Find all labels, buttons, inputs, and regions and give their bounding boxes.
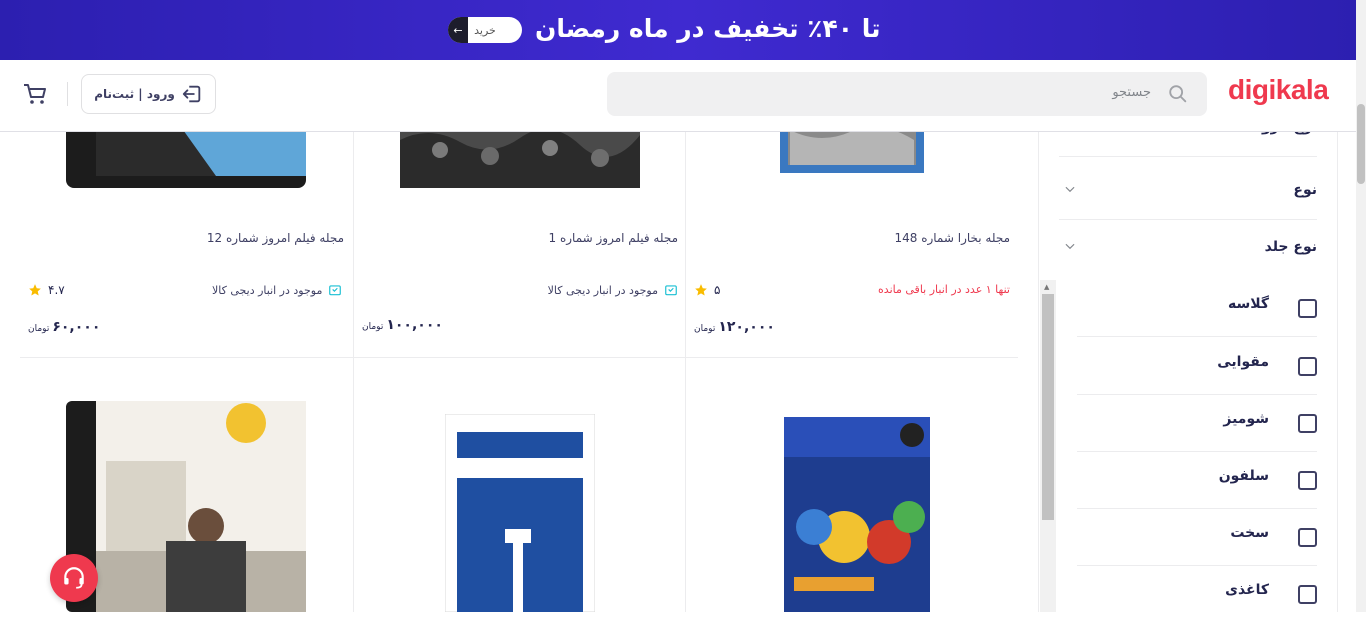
login-button[interactable]: ورود | ثبت‌نام [81,74,216,114]
product-grid: مجله بخارا شماره 148 تنها ۱ عدد در انبار… [20,60,1018,612]
warehouse-icon [665,285,677,296]
option-checkbox[interactable] [1298,585,1317,604]
product-rating: ۵ [694,283,720,297]
price-value: ۶۰,۰۰۰ [52,319,101,335]
cover-option[interactable]: سخت [1077,509,1317,566]
rating-value: ۵ [714,283,721,297]
option-checkbox[interactable] [1298,471,1317,490]
header-divider [67,82,68,106]
price-value: ۱۰۰,۰۰۰ [386,317,443,333]
stock-label: موجود در انبار دیجی کالا [212,283,342,297]
option-checkbox[interactable] [1298,414,1317,433]
option-label: مقوایی [1217,354,1269,370]
option-label: گلاسه [1227,296,1269,312]
cover-option[interactable]: گلاسه [1077,280,1317,337]
search-placeholder: جستجو [1112,85,1151,100]
stock-label: موجود در انبار دیجی کالا [548,283,678,297]
option-label: سخت [1230,525,1269,541]
search-input[interactable]: جستجو [607,72,1207,116]
product-price: ۱۲۰,۰۰۰تومان [694,319,775,335]
cover-option[interactable]: کاغذی [1077,566,1317,623]
cart-icon[interactable] [22,82,48,106]
search-icon [1169,85,1187,103]
chevron-down-icon [1065,186,1075,193]
cover-option[interactable]: شومیز [1077,395,1317,452]
product-rating: ۴.۷ [28,283,65,297]
login-icon [182,85,201,103]
option-label: سلفون [1218,468,1269,484]
currency-label: تومان [694,324,716,334]
support-button[interactable] [50,554,98,602]
filter-label: نوع جلد [1264,239,1317,255]
stock-text: موجود در انبار دیجی کالا [212,283,323,297]
option-checkbox[interactable] [1298,528,1317,547]
grid-divider [20,357,1018,358]
option-checkbox[interactable] [1298,357,1317,376]
product-title[interactable]: مجله فیلم امروز شماره 12 [207,231,344,245]
star-icon [29,284,41,296]
login-label: ورود | ثبت‌نام [94,87,175,101]
product-title[interactable]: مجله فیلم امروز شماره 1 [549,231,679,245]
arrow-left-icon: ← [448,17,468,43]
product-title[interactable]: مجله بخارا شماره 148 [894,231,1010,245]
filter-cover-type[interactable]: نوع جلد [1059,221,1317,277]
filter-sidebar: نوع فروشنده نوع نوع جلد گلاسه مقوایی شوم… [1038,119,1338,612]
product-price: ۱۰۰,۰۰۰تومان [362,317,443,333]
option-label: شومیز [1223,411,1269,427]
currency-label: تومان [28,324,50,334]
page-scrollbar[interactable] [1356,0,1366,612]
digikala-logo[interactable]: digikala [1228,74,1329,106]
price-value: ۱۲۰,۰۰۰ [718,319,775,335]
filter-label: نوع [1293,182,1317,198]
product-price: ۶۰,۰۰۰تومان [28,319,100,335]
product-image[interactable] [445,414,595,612]
scrollbar-thumb[interactable] [1357,104,1365,184]
promo-text: تا ۴۰٪ تخفیف در ماه رمضان [535,14,881,43]
stock-text: موجود در انبار دیجی کالا [547,283,658,297]
low-stock-label: تنها ۱ عدد در انبار باقی مانده [878,283,1010,296]
currency-label: تومان [362,322,384,332]
option-checkbox[interactable] [1298,299,1317,318]
rating-value: ۴.۷ [48,283,65,297]
option-label: کاغذی [1225,582,1269,598]
product-image[interactable] [784,417,930,612]
star-icon [695,284,707,296]
warehouse-icon [329,285,342,296]
filter-type[interactable]: نوع [1059,164,1317,220]
chevron-up-icon [1065,243,1075,250]
headset-icon [64,567,84,589]
cover-option[interactable]: مقوایی [1077,338,1317,395]
promo-banner[interactable]: تا ۴۰٪ تخفیف در ماه رمضان خرید ← [0,0,1366,60]
product-image[interactable] [66,401,306,612]
cover-option[interactable]: سلفون [1077,452,1317,509]
